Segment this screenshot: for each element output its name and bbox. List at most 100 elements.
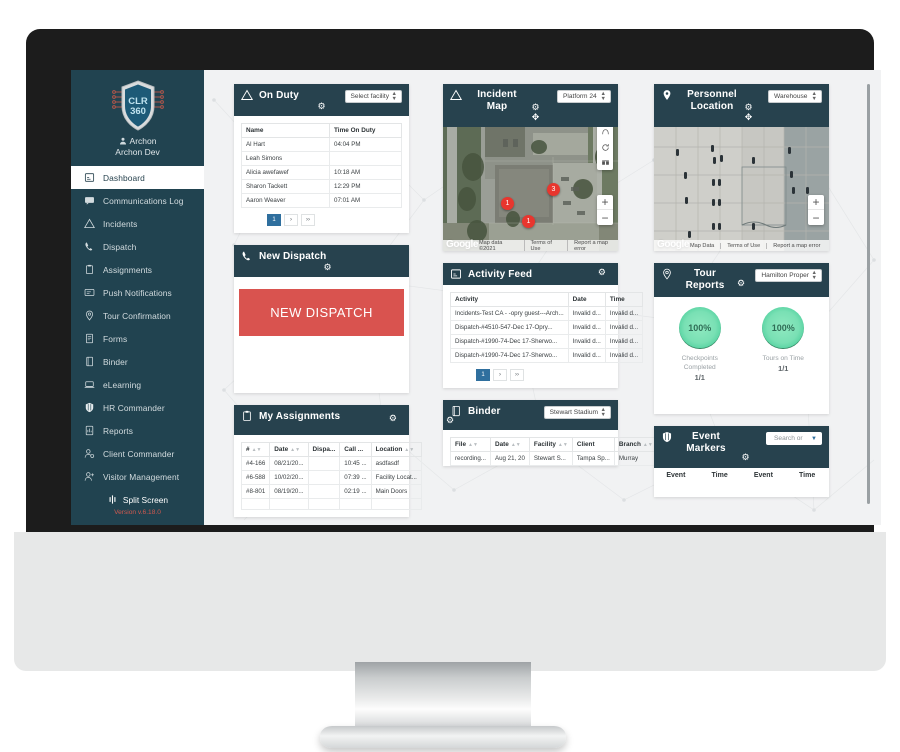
new-dispatch-header: New Dispatch ⚙ bbox=[234, 245, 409, 277]
phone-icon bbox=[241, 250, 253, 262]
sidebar-item-hr-commander[interactable]: HR Commander bbox=[71, 396, 204, 419]
terms-of-use-link[interactable]: Terms of Use bbox=[523, 239, 562, 251]
report-map-error-link[interactable]: Report a map error bbox=[766, 242, 820, 249]
event-search-input[interactable]: Search or ▼ bbox=[766, 432, 822, 445]
gear-icon[interactable]: ⚙ bbox=[737, 279, 745, 288]
binder-facility-select[interactable]: Stewart Stadium ▲ ▼ bbox=[543, 406, 611, 419]
warehouse-select-value: Warehouse bbox=[774, 93, 808, 100]
sidebar-item-label: Assignments bbox=[103, 264, 153, 275]
table-row[interactable]: #8-801 08/19/20... 02:19 ... Main Doors bbox=[240, 484, 422, 499]
table-row[interactable]: Leah Simons bbox=[241, 151, 402, 166]
terms-of-use-link[interactable]: Terms of Use bbox=[720, 242, 760, 249]
location-pin-icon bbox=[661, 89, 673, 101]
sidebar-item-reports[interactable]: Reports bbox=[71, 419, 204, 442]
gear-icon[interactable]: ⚙ bbox=[741, 453, 749, 462]
page-1-button[interactable]: 1 bbox=[476, 369, 490, 381]
gear-icon[interactable]: ⚙ bbox=[531, 103, 539, 112]
gear-icon[interactable]: ⚙ bbox=[744, 103, 752, 112]
sidebar-item-binder[interactable]: Binder bbox=[71, 350, 204, 373]
gear-icon[interactable]: ⚙ bbox=[598, 268, 606, 277]
zoom-in-button[interactable]: + bbox=[597, 195, 613, 210]
expand-move-icon[interactable]: ✥ bbox=[745, 113, 753, 122]
sidebar-item-dashboard[interactable]: Dashboard bbox=[71, 166, 204, 189]
cell-dispatcher bbox=[307, 498, 341, 510]
cell-date: Aug 21, 20 bbox=[489, 451, 530, 466]
report-map-error-link[interactable]: Report a map error bbox=[567, 239, 618, 251]
my-assignments-table: # ▲▼ Date ▲▼ Dispa... Call ... Location ▲▼ … bbox=[240, 442, 422, 510]
col-date: Date bbox=[567, 292, 606, 307]
incident-marker[interactable]: 3 bbox=[547, 183, 560, 196]
sidebar-item-communications-log[interactable]: Communications Log bbox=[71, 189, 204, 212]
table-row[interactable]: recording... Aug 21, 20 Stewart S... Tampa … bbox=[450, 451, 658, 466]
gear-icon[interactable]: ⚙ bbox=[317, 102, 325, 111]
expand-move-icon[interactable]: ✥ bbox=[532, 113, 540, 122]
sidebar-item-assignments[interactable]: Assignments bbox=[71, 258, 204, 281]
table-row[interactable]: Aaron Weaver 07:01 AM bbox=[241, 193, 402, 208]
sidebar-item-tour-confirmation[interactable]: Tour Confirmation bbox=[71, 304, 204, 327]
sidebar-item-client-commander[interactable]: Client Commander bbox=[71, 442, 204, 465]
location-pin-icon bbox=[84, 310, 95, 321]
map-shape-icon[interactable] bbox=[597, 127, 613, 140]
map-layers-icon[interactable] bbox=[597, 155, 613, 170]
gear-icon[interactable]: ⚙ bbox=[446, 416, 454, 425]
facility-select[interactable]: Select facility ▲ ▼ bbox=[344, 90, 402, 103]
sidebar-item-elearning[interactable]: eLearning bbox=[71, 373, 204, 396]
platform-select[interactable]: Platform 24 ▲ ▼ bbox=[557, 90, 611, 103]
gear-icon[interactable]: ⚙ bbox=[323, 263, 331, 272]
stepper-caret-icon: ▲ ▼ bbox=[391, 90, 397, 102]
warehouse-select[interactable]: Warehouse ▲ ▼ bbox=[768, 90, 822, 103]
table-row[interactable]: Alicia awefawef 10:18 AM bbox=[241, 165, 402, 180]
table-row[interactable]: Sharon Tackett 12:29 PM bbox=[241, 179, 402, 194]
page-next-button[interactable]: › bbox=[493, 369, 507, 381]
page-1-button[interactable]: 1 bbox=[267, 214, 281, 226]
sidebar-item-forms[interactable]: Forms bbox=[71, 327, 204, 350]
table-row[interactable]: Dispatch-#1990-74-Dec 17-Sherwo... Invali… bbox=[450, 348, 644, 363]
table-row[interactable]: #4-166 08/21/20... 10:45 ... asdfasdf bbox=[240, 456, 422, 471]
gear-icon[interactable]: ⚙ bbox=[389, 414, 397, 423]
table-row[interactable]: Dispatch-#4510-547-Dec 17-Opry... Invalid… bbox=[450, 320, 644, 335]
split-screen-button[interactable]: Split Screen bbox=[71, 488, 204, 507]
incident-map-widget: Incident Map ⚙ ✥ Platform 24 ▲ ▼ + − 1 1… bbox=[443, 84, 618, 251]
table-row[interactable] bbox=[240, 498, 422, 510]
cell-activity: Dispatch-#4510-547-Dec 17-Opry... bbox=[450, 320, 569, 335]
table-row[interactable]: #6-588 10/02/20... 07:39 ... Facility Locat… bbox=[240, 470, 422, 485]
sidebar-item-push-notifications[interactable]: Push Notifications bbox=[71, 281, 204, 304]
cell-date: Invalid d... bbox=[567, 320, 606, 335]
page-next-button[interactable]: › bbox=[284, 214, 298, 226]
new-dispatch-button[interactable]: NEW DISPATCH bbox=[239, 289, 404, 336]
sidebar-item-label: Dashboard bbox=[103, 172, 145, 183]
feed-icon bbox=[450, 268, 462, 280]
zoom-in-button[interactable]: + bbox=[808, 195, 824, 210]
binder-widget: Binder ⚙ Stewart Stadium ▲ ▼ File ▲▼ Dat… bbox=[443, 400, 658, 466]
user-info: Archon Archon Dev bbox=[71, 136, 204, 166]
cell-number: #4-166 bbox=[240, 456, 271, 471]
location-pin-icon bbox=[661, 268, 673, 280]
page-last-button[interactable]: ›› bbox=[510, 369, 524, 381]
binder-header: Binder ⚙ Stewart Stadium ▲ ▼ bbox=[443, 400, 618, 430]
monitor-stand-foot bbox=[320, 726, 566, 748]
personnel-location-map-canvas[interactable]: + − Google Map Data Terms of Use Report … bbox=[654, 127, 829, 251]
table-row[interactable]: Al Hart 04:04 PM bbox=[241, 137, 402, 152]
cell-number: #8-801 bbox=[240, 484, 271, 499]
sidebar-item-visitor-management[interactable]: Visitor Management bbox=[71, 465, 204, 488]
sidebar-item-dispatch[interactable]: Dispatch bbox=[71, 235, 204, 258]
map-zoom-controls[interactable]: + − bbox=[808, 195, 824, 225]
map-rotate-icon[interactable] bbox=[597, 140, 613, 155]
zoom-out-button[interactable]: − bbox=[597, 210, 613, 225]
zoom-out-button[interactable]: − bbox=[808, 210, 824, 225]
col-branch: Branch ▲▼ bbox=[613, 437, 658, 452]
new-dispatch-body: NEW DISPATCH bbox=[234, 289, 409, 393]
vertical-scrollbar[interactable] bbox=[867, 84, 870, 504]
tour-reports-header: Tour Reports ⚙ Hamilton Proper ▲ ▼ bbox=[654, 263, 829, 297]
map-zoom-controls[interactable]: + − bbox=[597, 195, 613, 225]
page-last-button[interactable]: ›› bbox=[301, 214, 315, 226]
incident-marker[interactable]: 1 bbox=[522, 215, 535, 228]
map-control-stack[interactable] bbox=[597, 127, 613, 170]
table-row[interactable]: Incidents-Test CA - -opry guest---Arch..… bbox=[450, 306, 644, 321]
tour-facility-select[interactable]: Hamilton Proper ▲ ▼ bbox=[755, 269, 822, 282]
incident-map-canvas[interactable]: + − 1 1 3 Google Map data ©2021 Terms of… bbox=[443, 127, 618, 251]
sidebar-item-incidents[interactable]: Incidents bbox=[71, 212, 204, 235]
incident-marker[interactable]: 1 bbox=[501, 197, 514, 210]
table-row[interactable]: Dispatch-#1990-74-Dec 17-Sherwo... Invali… bbox=[450, 334, 644, 349]
stepper-caret-icon: ▲ ▼ bbox=[811, 269, 817, 281]
